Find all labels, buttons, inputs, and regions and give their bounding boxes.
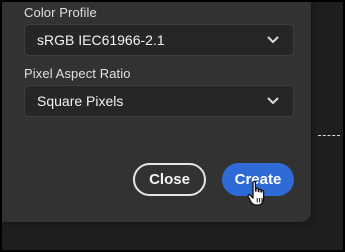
color-profile-select[interactable]: sRGB IEC61966-2.1 bbox=[24, 24, 294, 56]
chevron-down-icon bbox=[267, 36, 279, 43]
color-profile-label: Color Profile bbox=[24, 5, 97, 20]
canvas-guide-line bbox=[318, 135, 340, 136]
pixel-aspect-ratio-label: Pixel Aspect Ratio bbox=[24, 66, 131, 81]
color-profile-value: sRGB IEC61966-2.1 bbox=[37, 32, 165, 48]
pixel-aspect-ratio-value: Square Pixels bbox=[37, 93, 124, 109]
chevron-down-icon bbox=[267, 97, 279, 104]
hand-pointer-cursor-icon bbox=[247, 180, 265, 206]
pixel-aspect-ratio-select[interactable]: Square Pixels bbox=[24, 85, 294, 117]
close-button[interactable]: Close bbox=[133, 163, 206, 196]
